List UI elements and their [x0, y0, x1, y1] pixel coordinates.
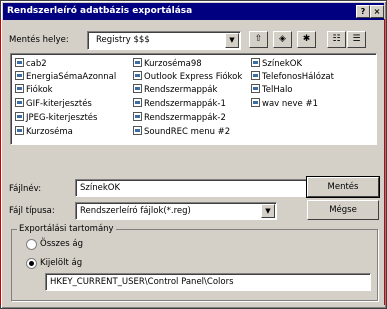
reg-file-icon [15, 84, 24, 93]
reg-file-icon [133, 126, 142, 135]
reg-file-icon [133, 112, 142, 121]
chevron-down-icon[interactable]: ▼ [261, 204, 275, 218]
list-item[interactable]: JPEG-kiterjesztés [15, 112, 97, 124]
file-list[interactable]: cab2 EnergiaSémaAzonnal Fiókok GIF-kiter… [10, 53, 377, 145]
list-item[interactable]: GIF-kiterjesztés [15, 98, 92, 110]
radio-all-label: Összes ág [40, 239, 83, 249]
reg-file-icon [15, 58, 24, 67]
help-button[interactable]: ? [356, 5, 370, 18]
list-item[interactable]: Kurzoséma98 [133, 58, 202, 70]
filename-input[interactable]: SzínekOK [75, 179, 327, 197]
left-edge-line [0, 19, 1, 305]
reg-file-icon [251, 71, 260, 80]
save-in-value: Registry $$$ [96, 35, 150, 45]
reg-file-icon [251, 84, 260, 93]
new-folder-icon[interactable]: ✱ [297, 31, 316, 48]
save-button[interactable]: Mentés [306, 176, 380, 198]
filetype-combo[interactable]: Rendszerleíró fájlok(*.reg) ▼ [75, 202, 277, 220]
chevron-down-icon[interactable]: ▼ [225, 33, 239, 48]
reg-file-icon [15, 71, 24, 80]
details-view-icon[interactable]: ☰ [347, 31, 366, 48]
window-title: Rendszerleíró adatbázis exportálása [7, 6, 193, 16]
list-item[interactable]: Rendszermappák-2 [133, 112, 226, 124]
cancel-button[interactable]: Mégse [307, 200, 379, 220]
export-dialog: Rendszerleíró adatbázis exportálása ? × … [0, 0, 387, 309]
list-item[interactable]: Rendszermappák [133, 84, 217, 96]
reg-file-icon [133, 98, 142, 107]
list-item[interactable]: TelHalo [251, 84, 293, 96]
reg-file-icon [133, 71, 142, 80]
right-edge-line [384, 19, 385, 305]
desktop-icon[interactable]: ◈ [273, 31, 292, 48]
up-folder-icon[interactable]: ⇧ [249, 31, 268, 48]
reg-file-icon [251, 58, 260, 67]
save-in-combo[interactable]: Registry $$$ ▼ [87, 31, 241, 50]
radio-selected-label: Kijelölt ág [40, 258, 83, 268]
list-item[interactable]: EnergiaSémaAzonnal [15, 71, 116, 83]
reg-file-icon [133, 84, 142, 93]
reg-file-icon [251, 98, 260, 107]
list-item[interactable]: SzínekOK [251, 58, 302, 70]
export-range-title: Exportálási tartomány [17, 224, 116, 234]
selected-branch-value: HKEY_CURRENT_USER\Control Panel\Colors [50, 277, 234, 287]
filename-value: SzínekOK [80, 183, 121, 193]
save-in-label: Mentés helye: [9, 35, 69, 45]
list-item[interactable]: Fiókok [15, 84, 53, 96]
list-item[interactable]: Rendszermappák-1 [133, 98, 226, 110]
list-item[interactable]: Outlook Express Fiókok [133, 71, 242, 83]
list-item[interactable]: SoundREC menu #2 [133, 126, 230, 138]
reg-file-icon [15, 112, 24, 121]
list-view-icon[interactable]: ☷ [327, 31, 346, 48]
reg-file-icon [15, 126, 24, 135]
filetype-value: Rendszerleíró fájlok(*.reg) [80, 206, 191, 216]
filename-label: Fájlnév: [9, 184, 42, 194]
list-item[interactable]: cab2 [15, 58, 47, 70]
close-button[interactable]: × [370, 5, 384, 18]
list-item[interactable]: wav neve #1 [251, 98, 318, 110]
list-item[interactable]: TelefonosHálózat [251, 71, 334, 83]
reg-file-icon [133, 58, 142, 67]
radio-selected[interactable] [26, 258, 37, 269]
selected-branch-input[interactable]: HKEY_CURRENT_USER\Control Panel\Colors [45, 273, 371, 291]
radio-all[interactable] [26, 239, 37, 250]
title-bar: Rendszerleíró adatbázis exportálása ? × [3, 3, 384, 20]
reg-file-icon [15, 98, 24, 107]
filetype-label: Fájl típusa: [9, 206, 55, 216]
list-item[interactable]: Kurzoséma [15, 126, 73, 138]
